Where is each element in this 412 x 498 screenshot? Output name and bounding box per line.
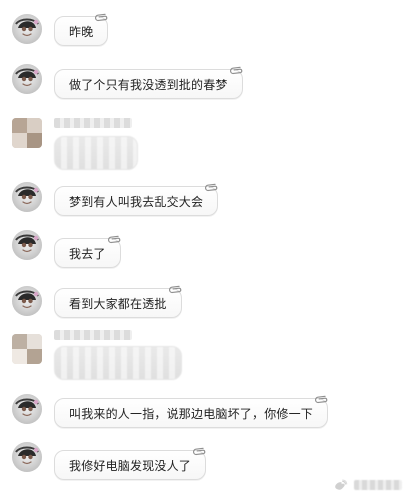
message-text: 做了个只有我没透到批的春梦: [69, 77, 228, 92]
avatar-illustration-icon: [12, 394, 42, 424]
avatar-illustration-icon: [12, 230, 42, 260]
avatar-illustration-icon: [12, 64, 42, 94]
message-text: 昨晚: [69, 24, 94, 39]
avatar-illustration-icon: [12, 286, 42, 316]
message-bubble[interactable]: 叫我来的人一指，说那边电脑坏了，你修一下: [54, 395, 329, 428]
paperclip-icon: [93, 8, 113, 28]
message-text: 看到大家都在透批: [69, 296, 167, 311]
paperclip-icon: [190, 442, 210, 462]
user-avatar[interactable]: [12, 442, 42, 472]
paperclip-icon: [105, 230, 125, 250]
redacted-avatar[interactable]: [12, 118, 42, 148]
paperclip-icon: [166, 280, 186, 300]
message-text: 叫我来的人一指，说那边电脑坏了，你修一下: [69, 406, 314, 421]
message-text: 我修好电脑发现没人了: [69, 458, 192, 473]
weibo-logo-icon: [334, 478, 348, 492]
message-bubble[interactable]: 我去了: [54, 235, 121, 268]
message-text: 我去了: [69, 246, 106, 261]
message-bubble[interactable]: 做了个只有我没透到批的春梦: [54, 66, 243, 99]
chat-screenshot: 昨晚 做了个只有我没透到批的春梦 梦到有人叫我去乱交大会 我去了 看到大家都在透…: [0, 0, 412, 498]
user-avatar[interactable]: [12, 394, 42, 424]
user-avatar[interactable]: [12, 182, 42, 212]
paperclip-icon: [202, 178, 222, 198]
redacted-name: [54, 330, 132, 340]
message-bubble[interactable]: 看到大家都在透批: [54, 285, 182, 318]
message-text: 梦到有人叫我去乱交大会: [69, 194, 204, 209]
paperclip-icon: [227, 61, 247, 81]
redacted-bubble: [54, 346, 182, 380]
avatar-illustration-icon: [12, 14, 42, 44]
redacted-bubble: [54, 136, 138, 170]
redacted-avatar[interactable]: [12, 334, 42, 364]
watermark-text: [354, 480, 402, 490]
message-bubble[interactable]: 昨晚: [54, 13, 109, 46]
avatar-illustration-icon: [12, 442, 42, 472]
redacted-avatar-icon: [12, 334, 42, 364]
paperclip-icon: [312, 390, 332, 410]
user-avatar[interactable]: [12, 286, 42, 316]
user-avatar[interactable]: [12, 230, 42, 260]
user-avatar[interactable]: [12, 14, 42, 44]
message-bubble[interactable]: 梦到有人叫我去乱交大会: [54, 183, 219, 216]
message-bubble[interactable]: 我修好电脑发现没人了: [54, 447, 207, 480]
avatar-illustration-icon: [12, 182, 42, 212]
redacted-name: [54, 118, 132, 128]
user-avatar[interactable]: [12, 64, 42, 94]
redacted-avatar-icon: [12, 118, 42, 148]
weibo-watermark: [334, 478, 402, 492]
